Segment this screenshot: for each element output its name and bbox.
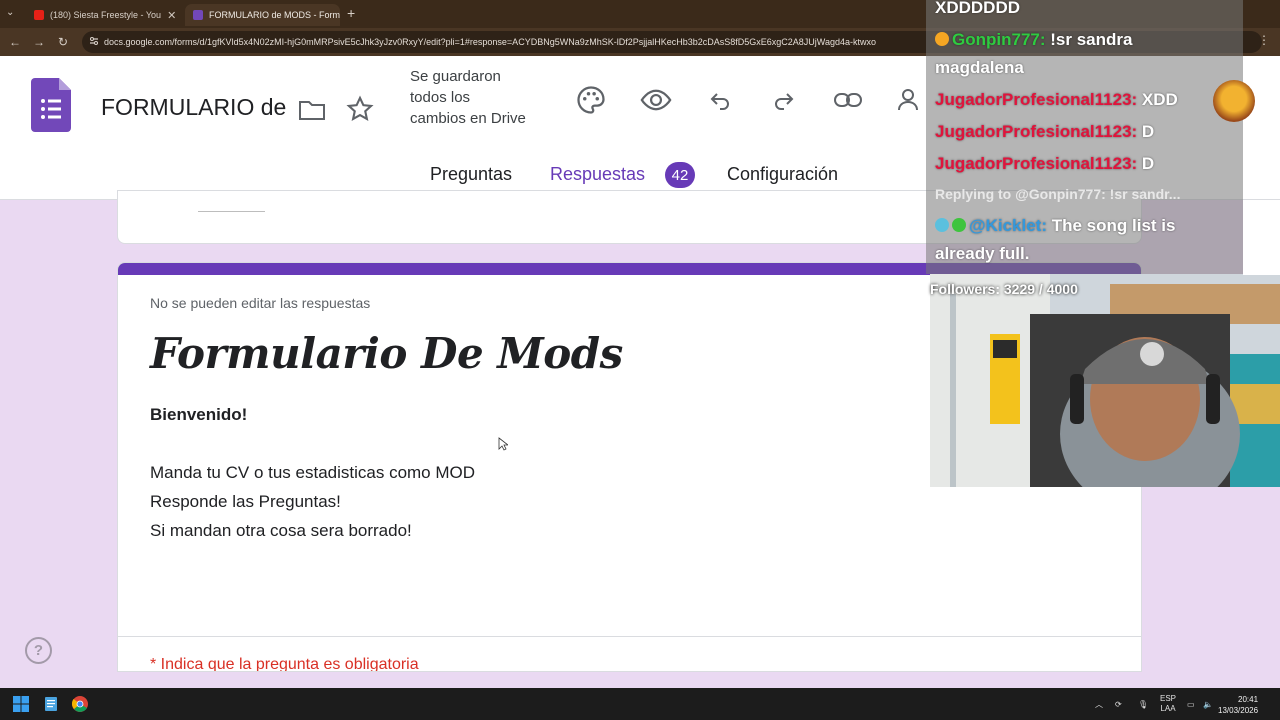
required-note: * Indica que la pregunta es obligatoria xyxy=(150,656,419,672)
chat-text: The song list is xyxy=(1051,216,1176,235)
preview-eye-icon[interactable] xyxy=(640,84,672,116)
chat-message: @Kicklet: The song list is xyxy=(935,216,1175,236)
edit-disabled-note: No se pueden editar las respuestas xyxy=(150,295,371,311)
chat-message: JugadorProfesional1123: D xyxy=(935,122,1154,142)
clock-time: 20:41 xyxy=(1238,695,1259,704)
volume-icon[interactable]: 🔈 xyxy=(1203,688,1213,720)
star-icon[interactable] xyxy=(344,93,376,125)
badge-icon xyxy=(935,32,949,46)
stream-chat-overlay: XDDDDDD Gonpin777: !sr sandra magdalena … xyxy=(926,0,1243,274)
followers-goal: Followers: 3229 / 4000 xyxy=(930,281,1078,297)
chrome-icon[interactable] xyxy=(72,696,88,712)
form-description-line: Responde las Preguntas! xyxy=(150,492,341,511)
document-title[interactable]: FORMULARIO de xyxy=(101,94,286,121)
mouse-cursor-icon xyxy=(498,437,508,451)
tray-sync-icon[interactable]: ⟳ xyxy=(1115,688,1122,720)
tab-configuracion[interactable]: Configuración xyxy=(727,164,838,185)
close-icon[interactable]: ✕ xyxy=(167,9,176,22)
chat-username: Gonpin777: xyxy=(952,30,1046,49)
microphone-icon[interactable]: 🎙 xyxy=(1138,688,1148,720)
bot-badge-icon xyxy=(935,218,949,232)
clock-date: 13/03/2026 xyxy=(1218,706,1259,715)
url-text: docs.google.com/forms/d/1gfKVld5x4N02zMI… xyxy=(104,37,876,47)
chat-message: XDDDDDD xyxy=(935,0,1020,17)
chat-message: JugadorProfesional1123: D xyxy=(935,154,1154,174)
google-forms-logo-icon xyxy=(31,78,71,132)
network-icon[interactable]: ▭ xyxy=(1187,688,1195,720)
reload-icon[interactable]: ↻ xyxy=(51,35,75,49)
forms-favicon-icon xyxy=(193,10,203,20)
form-welcome: Bienvenido! xyxy=(150,405,248,424)
chat-username: JugadorProfesional1123: xyxy=(935,154,1138,173)
chat-text: !sr sandra xyxy=(1050,30,1133,49)
keyboard-layout: LAA xyxy=(1160,704,1176,713)
language-indicator[interactable]: ESP LAA xyxy=(1160,688,1176,720)
badge-icon xyxy=(952,218,966,232)
avatar[interactable] xyxy=(1213,80,1255,122)
chat-message: magdalena xyxy=(935,58,1024,77)
form-description-line: Manda tu CV o tus estadisticas como MOD xyxy=(150,463,476,482)
windows-start-icon[interactable] xyxy=(13,696,29,712)
chat-username: JugadorProfesional1123: xyxy=(935,122,1138,141)
palette-icon[interactable] xyxy=(575,84,607,116)
chat-message: JugadorProfesional1123: XDD xyxy=(935,90,1178,110)
chat-message: Gonpin777: !sr sandra xyxy=(935,30,1132,50)
undo-icon[interactable] xyxy=(704,84,736,116)
chat-message: already full. xyxy=(935,244,1030,263)
site-info-icon[interactable] xyxy=(89,36,99,46)
redo-icon[interactable] xyxy=(768,84,800,116)
tab-search-chevron-icon[interactable]: ⌄ xyxy=(6,7,14,18)
chat-username: @Kicklet: xyxy=(969,216,1047,235)
back-icon[interactable]: ← xyxy=(3,35,27,49)
save-status: Se guardaron todos los cambios en Drive xyxy=(410,68,526,127)
add-collaborator-icon[interactable] xyxy=(895,84,927,116)
tab-preguntas[interactable]: Preguntas xyxy=(430,164,512,185)
tab-youtube[interactable]: (180) Siesta Freestyle - You ✕ xyxy=(26,4,181,26)
divider xyxy=(198,211,265,212)
form-title: Formulario De Mods xyxy=(150,329,623,378)
system-clock[interactable]: 20:41 13/03/2026 xyxy=(1218,694,1258,716)
forward-icon[interactable]: → xyxy=(27,35,51,49)
page-edge xyxy=(1243,200,1280,275)
chat-text: D xyxy=(1141,154,1155,173)
chat-text: D xyxy=(1141,122,1155,141)
tab-respuestas[interactable]: Respuestas xyxy=(550,164,645,185)
new-tab-button[interactable]: + xyxy=(347,5,355,21)
webcam-overlay xyxy=(930,274,1280,487)
form-description-line: Si mandan otra cosa sera borrado! xyxy=(150,521,412,540)
help-button[interactable]: ? xyxy=(25,637,52,664)
link-icon[interactable] xyxy=(832,84,864,116)
language-code: ESP xyxy=(1160,694,1177,703)
browser-menu-icon[interactable]: ⋮ xyxy=(1258,33,1270,47)
folder-icon[interactable] xyxy=(296,94,328,126)
tab-forms[interactable]: FORMULARIO de MODS - Form ✕ xyxy=(185,4,340,26)
card-divider xyxy=(118,636,1141,637)
youtube-favicon-icon xyxy=(34,10,44,20)
chat-text: XDD xyxy=(1141,90,1178,109)
reply-context: Replying to @Gonpin777: !sr sandr... xyxy=(935,186,1181,202)
tray-chevron-icon[interactable]: ︿ xyxy=(1095,688,1103,720)
tab-title: (180) Siesta Freestyle - You xyxy=(50,10,162,20)
notepad-icon[interactable] xyxy=(43,696,59,712)
tab-title: FORMULARIO de MODS - Form xyxy=(209,10,340,20)
taskbar: ︿ ⟳ 🎙 ESP LAA ▭ 🔈 20:41 13/03/2026 xyxy=(0,688,1280,720)
responses-count-badge: 42 xyxy=(665,162,695,188)
chat-username: JugadorProfesional1123: xyxy=(935,90,1138,109)
